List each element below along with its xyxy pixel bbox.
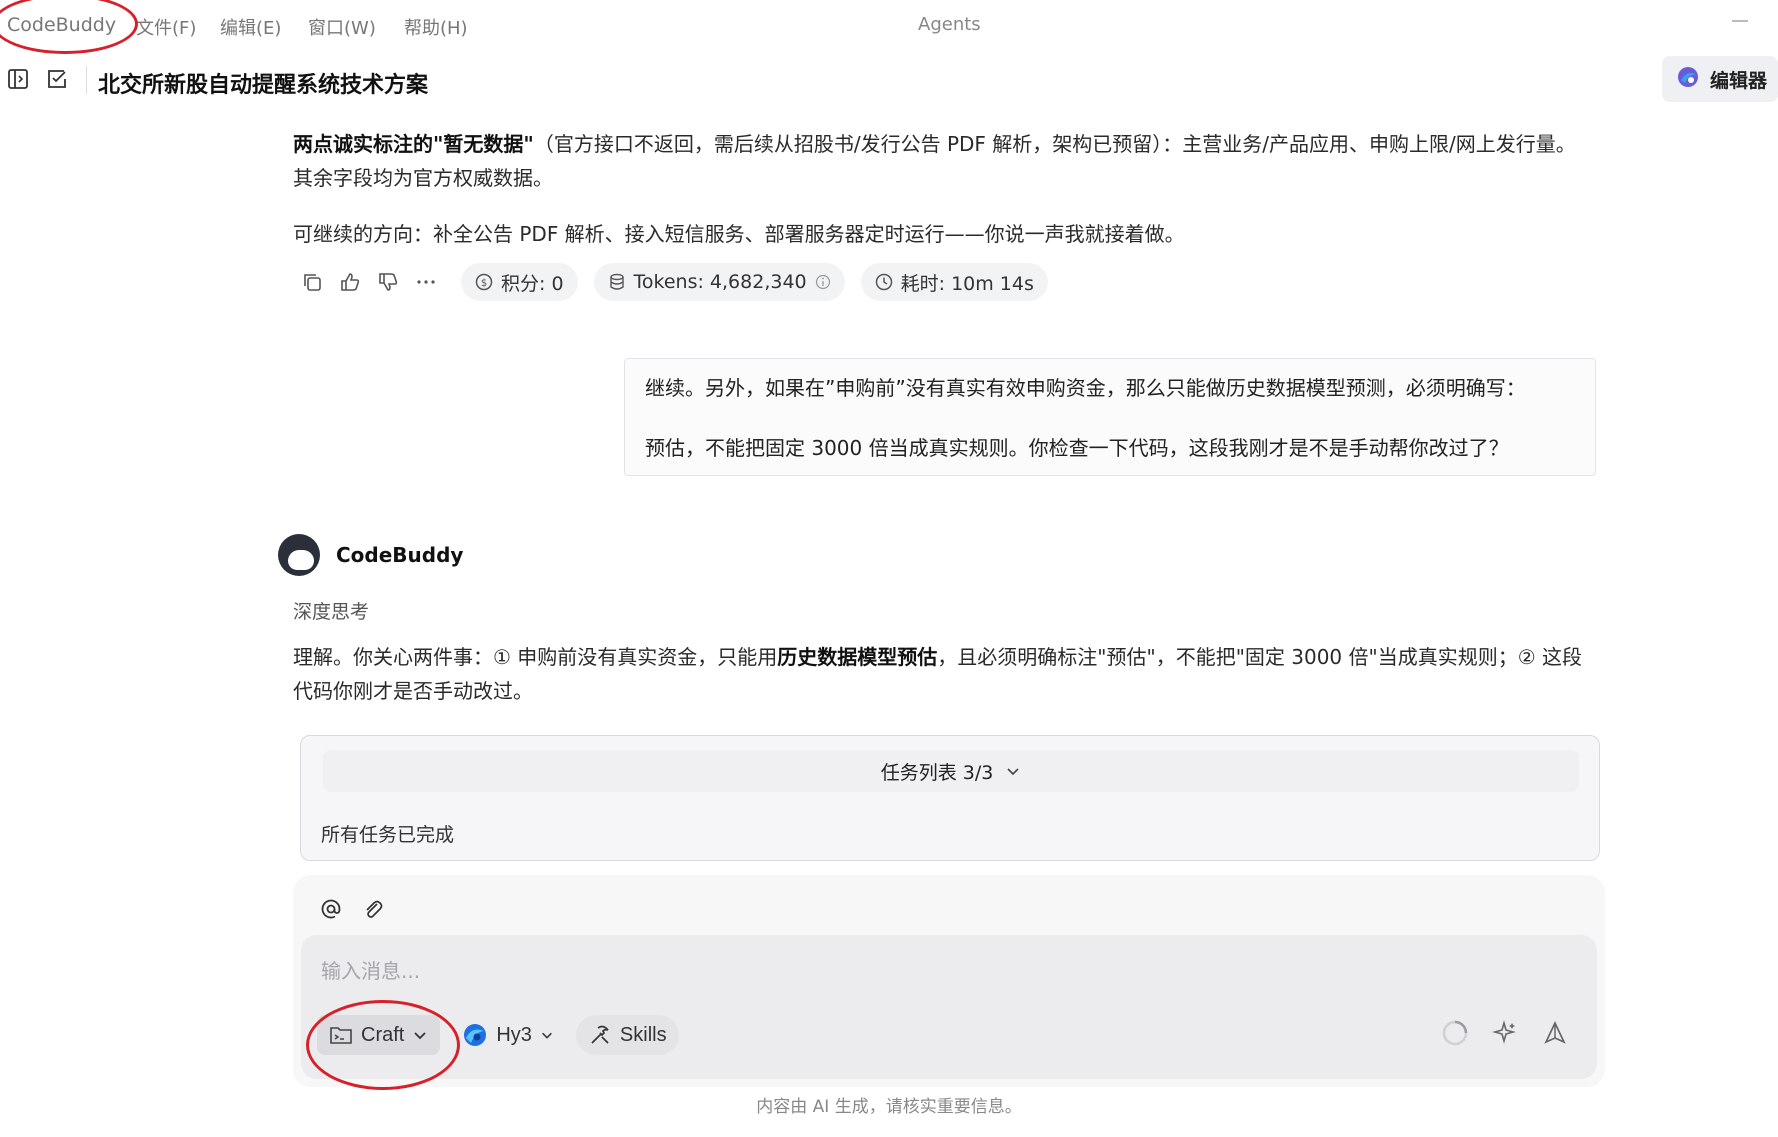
assistant-paragraph-1: 两点诚实标注的"暂无数据"（官方接口不返回，需后续从招股书/发行公告 PDF 解… [293,127,1593,195]
header-divider [86,66,87,94]
assistant-header: CodeBuddy [278,534,463,576]
menu-file[interactable]: 文件(F) [136,14,196,40]
more-icon[interactable] [407,263,445,301]
assistant-paragraph-2: 可继续的方向：补全公告 PDF 解析、接入短信服务、部署服务器定时运行——你说一… [293,222,1185,246]
minimize-button[interactable] [1732,20,1748,22]
menu-window[interactable]: 窗口(W) [308,14,376,40]
tokens-badge: Tokens: 4,682,340 [593,263,845,301]
svg-text:$: $ [481,278,487,289]
coin-icon: $ [475,273,493,291]
points-badge: $ 积分: 0 [461,263,578,301]
tokens-value: Tokens: 4,682,340 [633,271,807,293]
mention-icon[interactable] [315,893,347,925]
assistant-paragraph-3: 理解。你关心两件事：① 申购前没有真实资金，只能用历史数据模型预估，且必须明确标… [293,640,1593,708]
assistant-name: CodeBuddy [336,543,464,567]
duration-badge: 耗时: 10m 14s [860,263,1048,301]
points-value: 积分: 0 [501,272,564,295]
editor-button[interactable]: 编辑器 [1662,56,1778,102]
ai-disclaimer: 内容由 AI 生成，请核实重要信息。 [756,1097,1022,1117]
model-logo-icon [464,1024,487,1046]
mode-selector[interactable]: Craft [317,1015,441,1055]
paragraph-text: 理解。你关心两件事：① 申购前没有真实资金，只能用 [293,645,778,669]
window-title: Agents [918,14,981,35]
bold-text: 历史数据模型预估 [777,645,938,669]
duration-value: 耗时: 10m 14s [900,272,1034,295]
editor-logo-icon [1676,65,1700,94]
task-list-toggle[interactable]: 任务列表 3/3 [323,750,1579,792]
database-icon [609,273,624,290]
attach-icon[interactable] [357,893,389,925]
header-bar: 北交所新股自动提醒系统技术方案 [0,52,1778,108]
send-icon[interactable] [1539,1017,1571,1049]
task-list-title: 任务列表 3/3 [880,761,994,784]
message-input[interactable]: 输入消息... Craft Hy3 Skills [301,935,1597,1079]
copy-icon[interactable] [293,263,331,301]
checklist-icon[interactable] [44,66,70,92]
editor-button-label: 编辑器 [1710,69,1768,92]
sidebar-toggle-icon[interactable] [5,66,31,92]
terminal-folder-icon [330,1027,352,1044]
thumbs-down-icon[interactable] [369,263,407,301]
task-list-panel: 任务列表 3/3 所有任务已完成 [300,735,1600,861]
input-placeholder: 输入消息... [321,959,421,983]
app-name[interactable]: CodeBuddy [7,14,116,36]
model-label: Hy3 [496,1023,532,1046]
composer-toolbar: Craft Hy3 Skills [317,1015,679,1055]
menu-bar: CodeBuddy 文件(F) 编辑(E) 窗口(W) 帮助(H) Agents [0,0,1778,50]
avatar [278,534,320,576]
mode-label: Craft [361,1023,405,1046]
skills-button[interactable]: Skills [575,1015,679,1055]
user-message-line-1: 继续。另外，如果在”申购前”没有真实有效申购资金，那么只能做历史数据模型预测，必… [645,376,1526,400]
task-status: 所有任务已完成 [321,824,455,846]
page-title: 北交所新股自动提醒系统技术方案 [98,73,429,98]
message-action-row: $ 积分: 0 Tokens: 4,682,340 耗时: 10m 14s [293,262,1048,302]
composer-actions [1439,1017,1571,1049]
menu-help[interactable]: 帮助(H) [404,14,468,40]
model-selector[interactable]: Hy3 [450,1015,566,1055]
sparkle-icon[interactable] [1489,1017,1521,1049]
chevron-down-icon [541,1032,552,1039]
chevron-down-icon [414,1032,426,1040]
loading-spinner-icon [1439,1017,1471,1049]
thumbs-up-icon[interactable] [331,263,369,301]
user-message-bubble: 继续。另外，如果在”申购前”没有真实有效申购资金，那么只能做历史数据模型预测，必… [624,358,1596,476]
deep-thinking-label[interactable]: 深度思考 [293,597,369,624]
chevron-down-icon [1007,768,1019,776]
clock-icon [875,273,892,291]
skills-label: Skills [619,1023,667,1046]
tools-icon [591,1025,609,1044]
menu-edit[interactable]: 编辑(E) [220,14,281,40]
user-message-line-2: 预估，不能把固定 3000 倍当成真实规则。你检查一下代码，这段我刚才是不是手动… [645,436,1509,460]
bold-text: 两点诚实标注的"暂无数据" [293,132,534,156]
composer-tools [315,893,389,925]
info-icon[interactable] [815,274,831,290]
message-composer: 输入消息... Craft Hy3 Skills [293,875,1605,1087]
